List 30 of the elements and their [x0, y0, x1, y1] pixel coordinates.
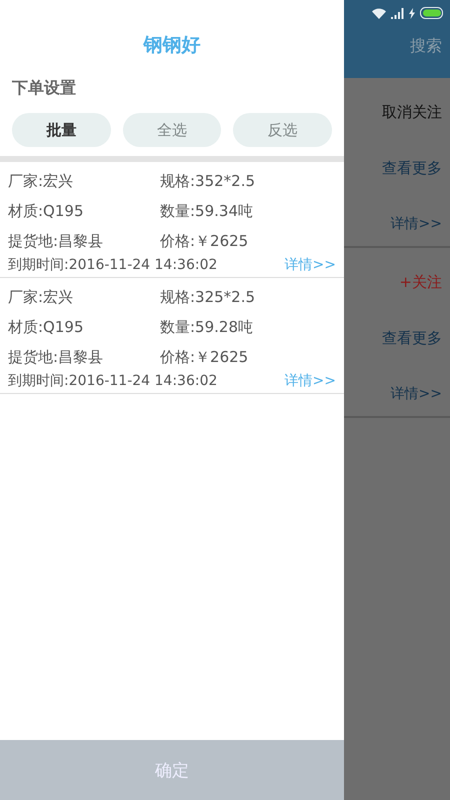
details-link[interactable]: 详情>>	[390, 202, 442, 246]
search-button[interactable]: 搜索	[410, 36, 442, 57]
material-text: 材质:Q195	[8, 201, 84, 222]
section-title: 下单设置	[12, 78, 76, 99]
more-link[interactable]: 查看更多	[382, 146, 442, 190]
manufacturer-text: 厂家:宏兴	[8, 171, 74, 192]
material-text: 材质:Q195	[8, 317, 84, 338]
details-link[interactable]: 详情>>	[390, 372, 442, 416]
expiry-text: 到期时间:2016-11-24 14:36:02	[8, 372, 218, 390]
spec-text: 规格:352*2.5	[160, 171, 256, 192]
pickup-text: 提货地:昌黎县	[8, 231, 104, 252]
spec-text: 规格:325*2.5	[160, 287, 256, 308]
expiry-text: 到期时间:2016-11-24 14:36:02	[8, 256, 218, 274]
price-text: 价格:￥2625	[160, 347, 250, 368]
app-title: 钢钢好	[144, 33, 200, 58]
charging-icon	[409, 8, 415, 18]
details-link[interactable]: 详情>>	[284, 372, 336, 390]
manufacturer-text: 厂家:宏兴	[8, 287, 74, 308]
unfollow-button[interactable]: 取消关注	[382, 90, 442, 134]
quantity-text: 数量:59.34吨	[160, 201, 254, 222]
signal-icon	[391, 8, 404, 18]
quantity-text: 数量:59.28吨	[160, 317, 254, 338]
price-text: 价格:￥2625	[160, 231, 250, 252]
battery-icon	[420, 7, 444, 19]
pickup-text: 提货地:昌黎县	[8, 347, 104, 368]
details-link[interactable]: 详情>>	[284, 256, 336, 274]
filter-button[interactable]: 批量	[12, 113, 111, 147]
more-link[interactable]: 查看更多	[382, 316, 442, 360]
wifi-icon	[372, 8, 386, 18]
follow-button[interactable]: +关注	[399, 260, 442, 304]
